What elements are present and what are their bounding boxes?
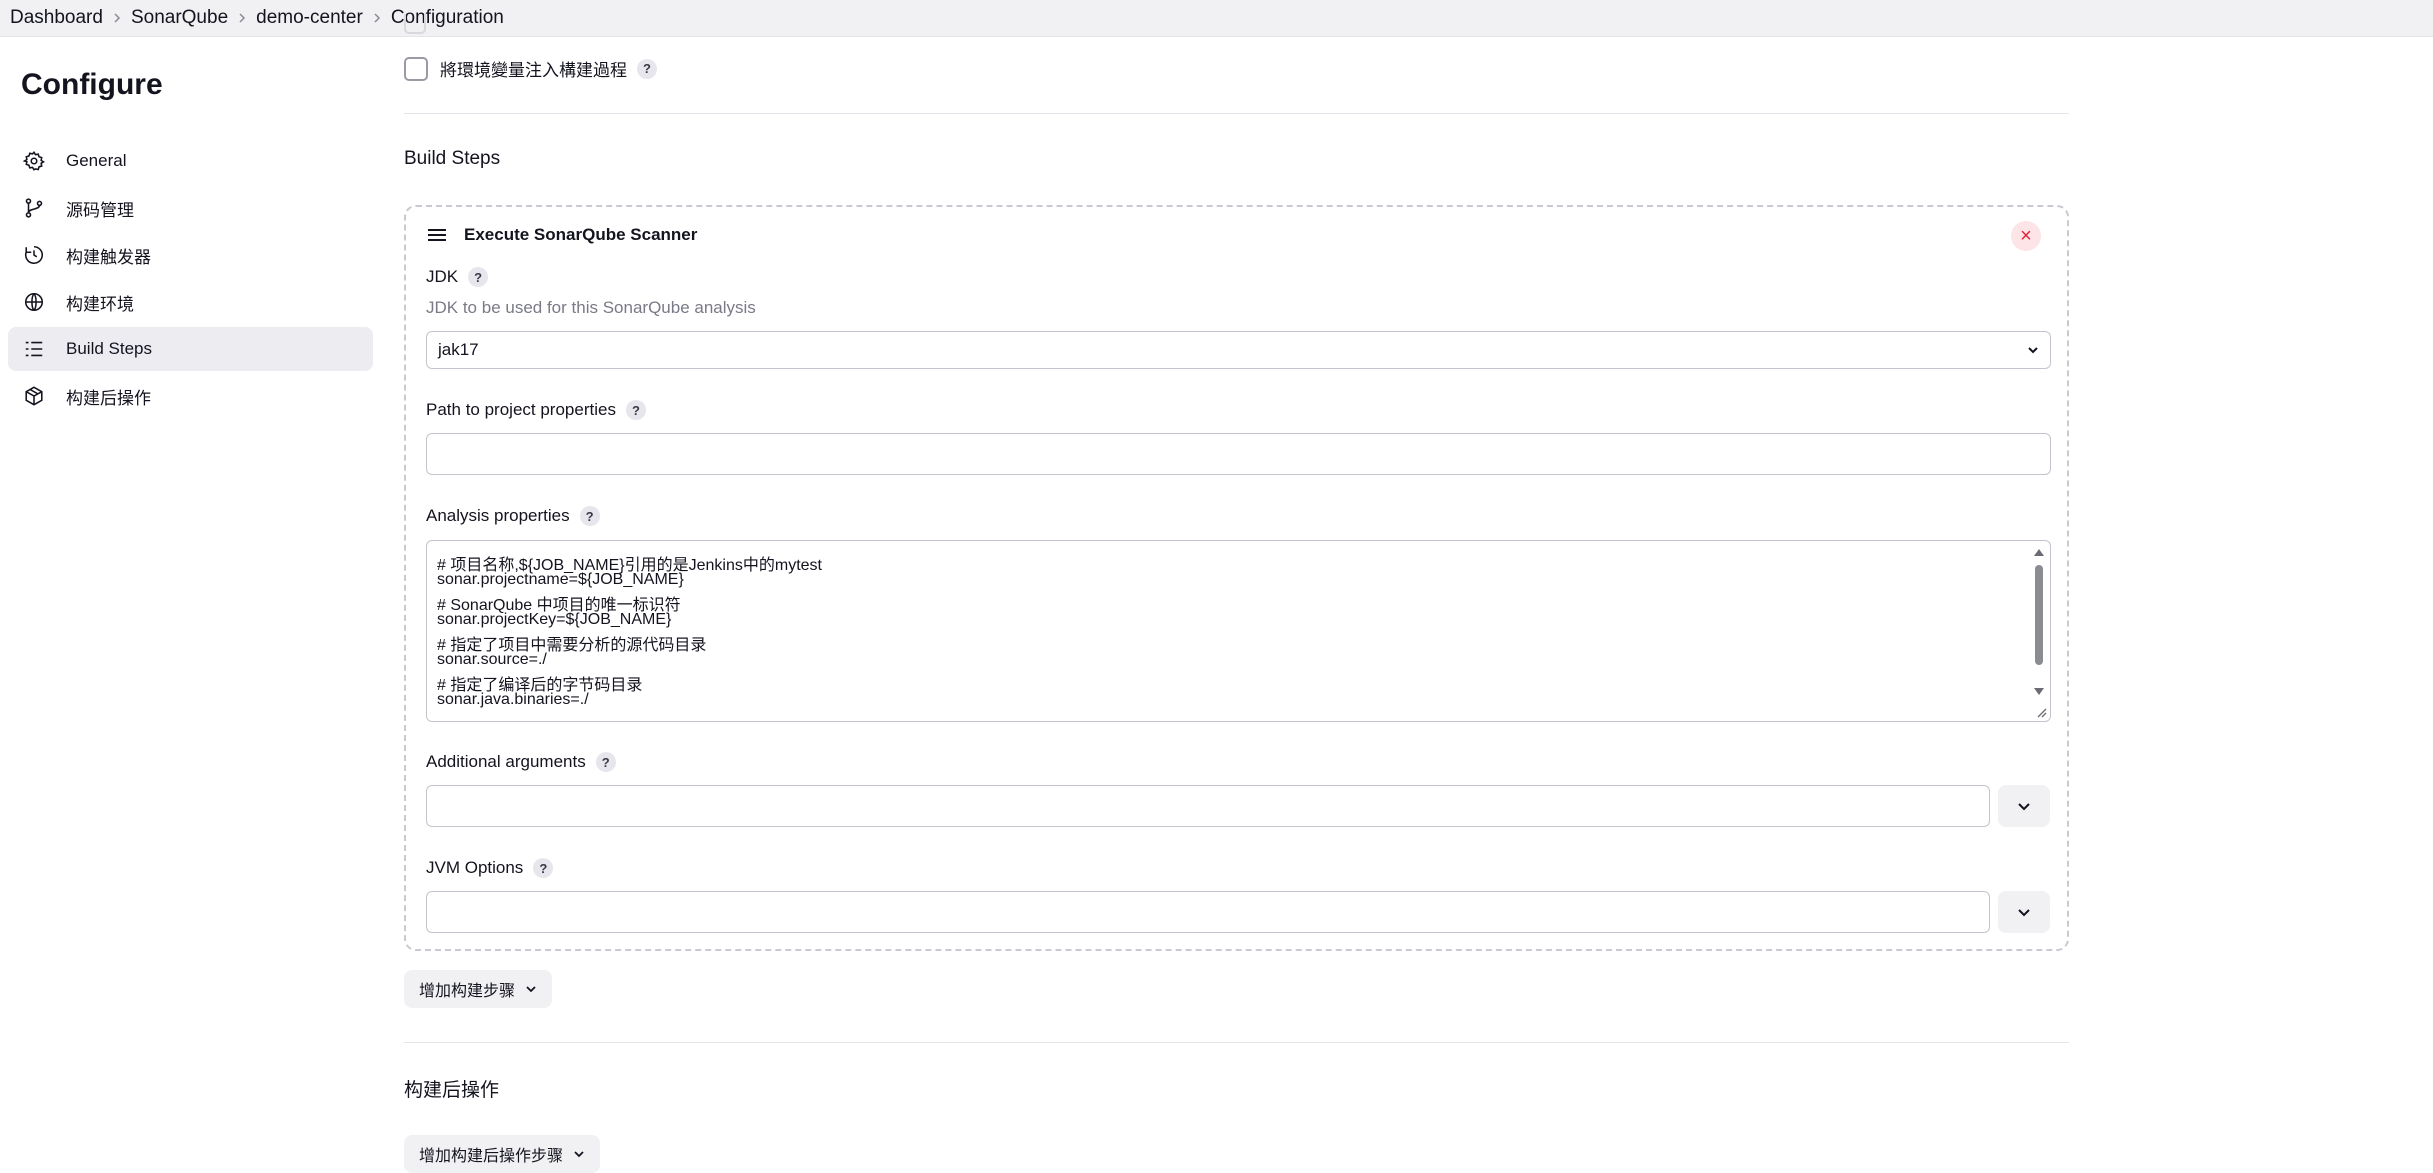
jdk-select-value: jak17 bbox=[438, 340, 479, 359]
analysis-properties-textarea[interactable]: # 项目名称,${JOB_NAME}引用的是Jenkins中的mytest so… bbox=[426, 540, 2051, 722]
help-icon[interactable]: ? bbox=[595, 752, 616, 772]
list-icon bbox=[22, 337, 46, 361]
textarea-line: sonar.java.binaries=./ bbox=[437, 691, 589, 708]
scroll-up-icon[interactable] bbox=[2033, 547, 2045, 557]
sidebar-nav: General 源码管理 构建触发器 构建环境 Build Steps 构建后操… bbox=[8, 139, 373, 421]
chevron-right-icon bbox=[103, 8, 131, 29]
sidebar-item-scm[interactable]: 源码管理 bbox=[8, 186, 373, 230]
breadcrumb-dashboard[interactable]: Dashboard bbox=[10, 7, 103, 29]
sidebar-item-label: 构建环境 bbox=[66, 294, 134, 314]
help-icon[interactable]: ? bbox=[625, 400, 646, 420]
chevron-down-icon bbox=[2018, 909, 2030, 917]
expand-jvm-options-button[interactable] bbox=[1998, 891, 2050, 933]
page-title: Configure bbox=[21, 68, 163, 101]
add-post-build-step-button[interactable]: 增加构建后操作步骤 bbox=[404, 1135, 601, 1173]
chevron-down-icon bbox=[2028, 347, 2038, 354]
additional-args-label-row: Additional arguments ? bbox=[426, 752, 616, 772]
jvm-options-label-row: JVM Options ? bbox=[426, 858, 554, 878]
path-props-label: Path to project properties bbox=[426, 400, 616, 419]
sidebar-item-triggers[interactable]: 构建触发器 bbox=[8, 233, 373, 277]
textarea-scrollbar[interactable] bbox=[2032, 545, 2046, 705]
drag-handle-icon[interactable] bbox=[426, 227, 448, 243]
sidebar-item-environment[interactable]: 构建环境 bbox=[8, 280, 373, 324]
textarea-line: sonar.projectKey=${JOB_NAME} bbox=[437, 611, 672, 628]
sidebar-item-build-steps[interactable]: Build Steps bbox=[8, 327, 373, 371]
sidebar-item-post-build[interactable]: 构建后操作 bbox=[8, 374, 373, 418]
help-icon[interactable]: ? bbox=[533, 858, 554, 878]
divider bbox=[404, 113, 2069, 114]
resize-handle-icon[interactable] bbox=[2035, 706, 2047, 718]
help-icon[interactable]: ? bbox=[637, 58, 657, 79]
additional-args-input[interactable] bbox=[426, 785, 1990, 827]
add-build-step-button[interactable]: 增加构建步骤 bbox=[404, 970, 553, 1008]
post-build-heading: 构建后操作 bbox=[404, 1080, 500, 1101]
path-props-input[interactable] bbox=[426, 433, 2051, 475]
breadcrumb-sonarqube[interactable]: SonarQube bbox=[131, 7, 228, 29]
step-header: Execute SonarQube Scanner bbox=[426, 225, 697, 245]
breadcrumb: Dashboard SonarQube demo-center Configur… bbox=[0, 0, 2433, 37]
git-branch-icon bbox=[22, 196, 46, 220]
chevron-down-icon bbox=[2018, 803, 2030, 811]
scroll-down-icon[interactable] bbox=[2033, 687, 2045, 697]
clock-icon bbox=[22, 243, 46, 267]
env-inject-row: 將環境變量注入構建過程 ? bbox=[404, 56, 657, 81]
path-props-label-row: Path to project properties ? bbox=[426, 400, 646, 420]
scrollbar-thumb[interactable] bbox=[2035, 565, 2043, 665]
divider bbox=[404, 1042, 2069, 1043]
chevron-right-icon bbox=[363, 8, 391, 29]
expand-additional-args-button[interactable] bbox=[1998, 785, 2050, 827]
analysis-label: Analysis properties bbox=[426, 506, 570, 525]
add-post-build-step-label: 增加构建后操作步骤 bbox=[419, 1148, 564, 1165]
textarea-line: sonar.projectname=${JOB_NAME} bbox=[437, 571, 684, 588]
sidebar-item-general[interactable]: General bbox=[8, 139, 373, 183]
sidebar-item-label: 源码管理 bbox=[66, 200, 134, 220]
help-icon[interactable]: ? bbox=[468, 267, 489, 287]
sonarqube-step-card: Execute SonarQube Scanner × JDK ? JDK to… bbox=[404, 205, 2069, 951]
env-inject-label: 將環境變量注入構建過程 bbox=[440, 61, 627, 80]
chevron-right-icon bbox=[228, 8, 256, 29]
additional-args-label: Additional arguments bbox=[426, 752, 586, 771]
jvm-options-label: JVM Options bbox=[426, 858, 524, 877]
breadcrumb-demo-center[interactable]: demo-center bbox=[256, 7, 363, 29]
step-title: Execute SonarQube Scanner bbox=[464, 225, 698, 244]
textarea-line: sonar.source=./ bbox=[437, 651, 547, 668]
sidebar-item-label: General bbox=[66, 151, 127, 170]
help-icon[interactable]: ? bbox=[579, 506, 600, 526]
sidebar-item-label: 构建触发器 bbox=[66, 247, 151, 267]
globe-icon bbox=[22, 290, 46, 314]
env-inject-checkbox[interactable] bbox=[404, 56, 428, 81]
jdk-select[interactable]: jak17 bbox=[426, 331, 2051, 369]
sidebar-item-label: Build Steps bbox=[66, 339, 152, 358]
add-build-step-label: 增加构建步骤 bbox=[419, 983, 516, 1000]
jvm-options-input[interactable] bbox=[426, 891, 1990, 933]
analysis-label-row: Analysis properties ? bbox=[426, 506, 600, 526]
gear-icon bbox=[22, 149, 46, 173]
sidebar-item-label: 构建后操作 bbox=[66, 388, 151, 408]
chevron-down-icon bbox=[574, 1151, 584, 1158]
jdk-label-row: JDK ? bbox=[426, 267, 489, 287]
close-step-button[interactable]: × bbox=[2011, 221, 2041, 251]
jdk-label: JDK bbox=[426, 267, 459, 286]
chevron-down-icon bbox=[526, 986, 536, 993]
jdk-description: JDK to be used for this SonarQube analys… bbox=[426, 298, 756, 317]
package-icon bbox=[22, 384, 46, 408]
build-steps-heading: Build Steps bbox=[404, 148, 501, 169]
checkbox-partial[interactable] bbox=[404, 14, 426, 34]
